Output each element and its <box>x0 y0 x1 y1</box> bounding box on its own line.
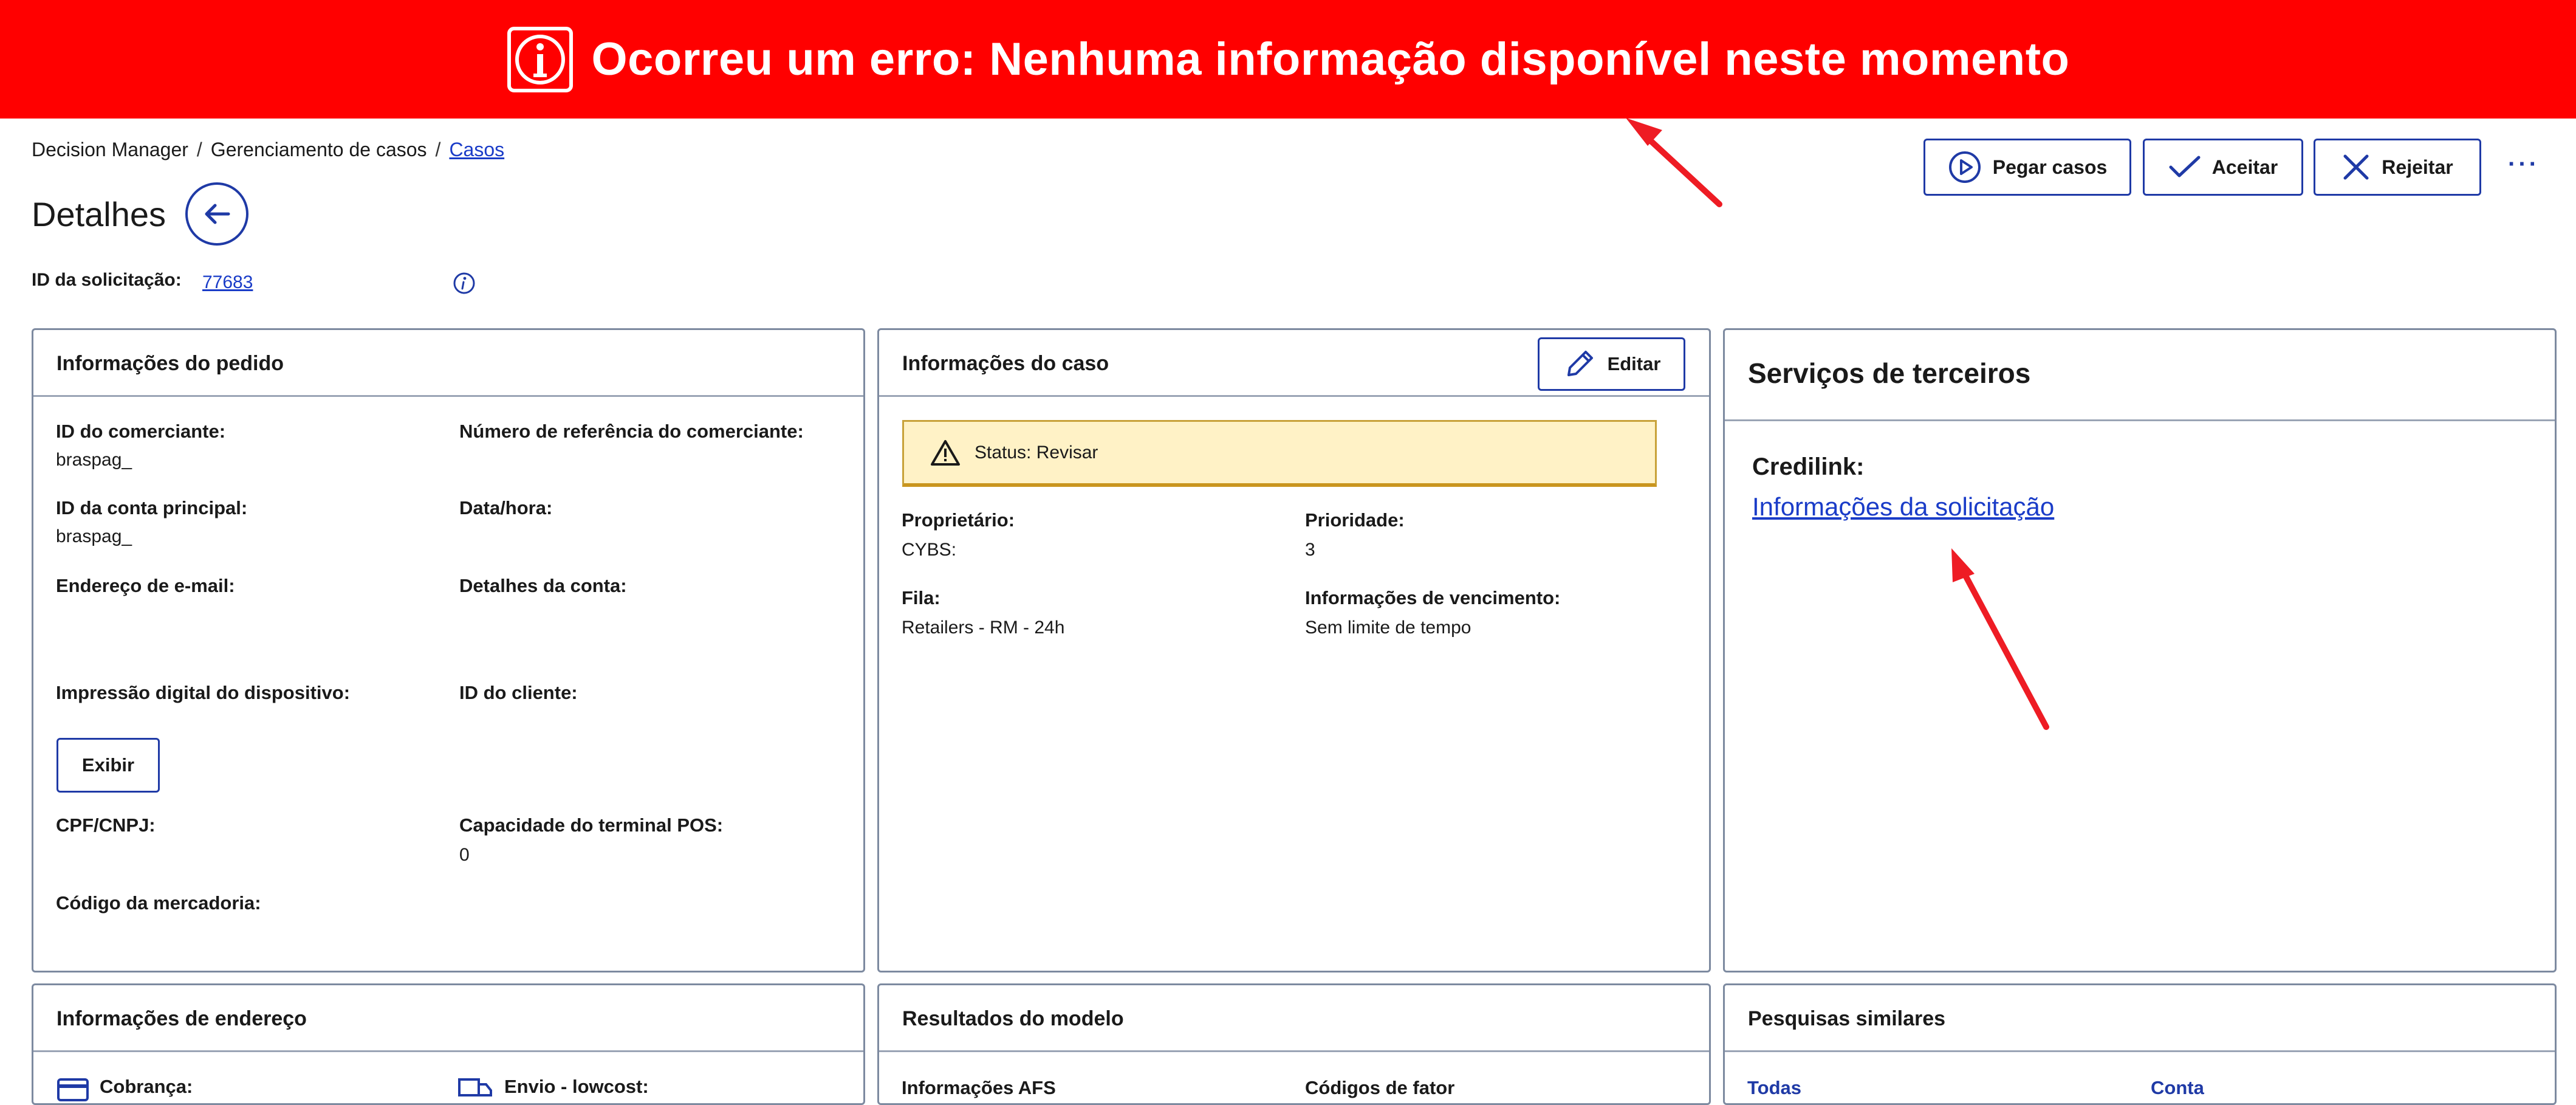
account-details-label: Detalhes da conta: <box>459 575 627 596</box>
reject-button[interactable]: Rejeitar <box>2314 139 2481 196</box>
panel-header: Informações do pedido <box>33 330 863 397</box>
breadcrumb-separator: / <box>196 139 202 160</box>
status-banner: Status: Revisar <box>902 420 1657 487</box>
panel-title: Serviços de terceiros <box>1748 357 2031 389</box>
back-button[interactable] <box>185 182 248 246</box>
cpf-cnpj-label: CPF/CNPJ: <box>56 814 156 836</box>
queue-value: Retailers - RM - 24h <box>902 618 1065 638</box>
status-text: Status: Revisar <box>975 442 1098 463</box>
pos-capability-value: 0 <box>459 845 470 865</box>
breadcrumb-separator: / <box>435 139 441 160</box>
request-info-link[interactable]: Informações da solicitação <box>1752 492 2054 522</box>
main-account-value: braspag_ <box>56 526 132 546</box>
tab-account[interactable]: Conta <box>2151 1077 2204 1099</box>
billing-label: Cobrança: <box>100 1076 193 1097</box>
credilink-label: Credilink: <box>1752 453 1865 480</box>
info-icon <box>507 26 573 92</box>
factor-codes-label: Códigos de fator <box>1305 1077 1455 1098</box>
third-party-panel: Serviços de terceiros <box>1723 328 2557 972</box>
email-label: Endereço de e-mail: <box>56 575 235 596</box>
due-info-label: Informações de vencimento: <box>1305 587 1561 608</box>
merchandise-code-label: Código da mercadoria: <box>56 892 261 914</box>
arrow-left-icon <box>205 204 230 224</box>
pos-capability-label: Capacidade do terminal POS: <box>459 814 724 836</box>
main-account-label: ID da conta principal: <box>56 497 248 518</box>
page-title: Detalhes <box>32 195 166 233</box>
due-info-value: Sem limite de tempo <box>1305 618 1471 638</box>
info-icon[interactable] <box>452 271 476 295</box>
panel-title: Pesquisas similares <box>1748 1007 1946 1030</box>
play-circle-icon <box>1948 151 1981 183</box>
panel-header: Pesquisas similares <box>1725 985 2555 1052</box>
panel-header: Informações do caso Editar <box>879 330 1709 397</box>
panel-title: Informações do pedido <box>57 352 284 375</box>
pencil-icon <box>1567 351 1593 376</box>
owner-label: Proprietário: <box>902 509 1015 531</box>
shipping-label: Envio - lowcost: <box>504 1076 649 1097</box>
owner-value: CYBS: <box>902 540 957 560</box>
panel-title: Resultados do modelo <box>902 1007 1124 1030</box>
device-fingerprint-label: Impressão digital do dispositivo: <box>56 682 351 703</box>
panel-header: Informações de endereço <box>33 985 863 1052</box>
breadcrumb-case-management[interactable]: Gerenciamento de casos <box>211 139 427 161</box>
error-banner: Ocorreu um erro: Nenhuma informação disp… <box>0 0 2576 119</box>
edit-label: Editar <box>1607 353 1661 374</box>
customer-id-label: ID do cliente: <box>459 682 578 703</box>
datetime-label: Data/hora: <box>459 497 553 518</box>
priority-label: Prioridade: <box>1305 509 1405 531</box>
queue-label: Fila: <box>902 587 940 608</box>
request-id-label: ID da solicitação: <box>32 270 182 290</box>
merchant-id-label: ID do comerciante: <box>56 421 226 442</box>
error-message: Ocorreu um erro: Nenhuma informação disp… <box>591 33 2070 85</box>
more-options-button[interactable]: ··· <box>2508 151 2540 178</box>
warning-icon <box>931 439 960 466</box>
afs-info-label: Informações AFS <box>902 1077 1056 1098</box>
truck-icon <box>458 1078 492 1096</box>
reject-label: Rejeitar <box>2382 156 2453 178</box>
accept-button[interactable]: Aceitar <box>2143 139 2303 196</box>
breadcrumb: Decision Manager / Gerenciamento de caso… <box>32 139 504 161</box>
merchant-ref-label: Número de referência do comerciante: <box>459 421 804 442</box>
panel-title: Informações de endereço <box>57 1007 307 1030</box>
close-icon <box>2343 154 2369 180</box>
request-id-link[interactable]: 77683 <box>202 272 253 293</box>
accept-label: Aceitar <box>2211 156 2278 178</box>
checkmark-icon <box>2169 156 2201 177</box>
similar-searches-panel: Pesquisas similares <box>1723 983 2557 1105</box>
case-info-panel: Informações do caso Editar Status: Revis… <box>877 328 1711 972</box>
panel-header: Resultados do modelo <box>879 985 1709 1052</box>
breadcrumb-decision-manager[interactable]: Decision Manager <box>32 139 188 161</box>
take-cases-label: Pegar casos <box>1992 156 2108 178</box>
annotation-arrow-banner <box>1626 118 1722 207</box>
credit-card-icon <box>57 1078 89 1101</box>
tab-all[interactable]: Todas <box>1747 1077 1801 1099</box>
edit-button[interactable]: Editar <box>1538 337 1685 391</box>
show-button[interactable]: Exibir <box>57 738 160 793</box>
panel-title: Informações do caso <box>902 352 1109 375</box>
breadcrumb-cases-link[interactable]: Casos <box>449 139 504 161</box>
merchant-id-value: braspag_ <box>56 450 132 470</box>
panel-header: Serviços de terceiros <box>1725 330 2555 421</box>
priority-value: 3 <box>1305 540 1315 560</box>
take-cases-button[interactable]: Pegar casos <box>1923 139 2131 196</box>
